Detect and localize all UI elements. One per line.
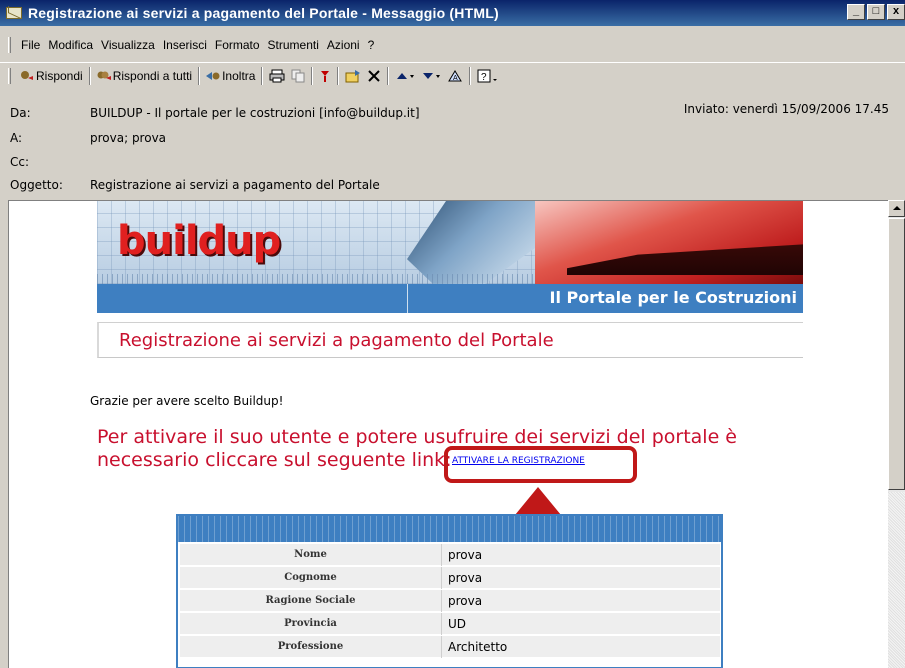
page-title-box: Registrazione ai servizi a pagamento del… — [97, 322, 803, 358]
minimize-button[interactable]: _ — [847, 4, 865, 20]
to-value[interactable]: prova; prova — [90, 131, 166, 145]
title-bar: Registrazione ai servizi a pagamento del… — [0, 0, 905, 26]
portal-tagline: Il Portale per le Costruzioni — [549, 288, 798, 307]
toolbar-separator — [469, 66, 472, 85]
menu-strumenti[interactable]: Strumenti — [264, 38, 323, 52]
toolbar-separator — [88, 66, 91, 85]
address-book-icon: A — [448, 69, 463, 82]
reply-icon — [21, 70, 33, 80]
copy-button[interactable] — [288, 65, 308, 87]
reply-button[interactable]: Rispondi — [17, 65, 86, 87]
table-row: Cognome prova — [180, 567, 720, 589]
menu-grip — [8, 37, 11, 53]
reply-label: Rispondi — [36, 68, 83, 83]
menu-help[interactable]: ? — [364, 38, 379, 52]
copy-icon — [291, 69, 305, 82]
row-key: Nome — [180, 544, 442, 566]
logo-text: buildup — [117, 218, 281, 264]
table-row: Professione Architetto — [180, 636, 720, 658]
row-value: prova — [448, 548, 483, 562]
activation-link[interactable]: ATTIVARE LA REGISTRAZIONE — [452, 456, 585, 466]
page-title: Registrazione ai servizi a pagamento del… — [119, 330, 554, 351]
move-button[interactable] — [342, 65, 364, 87]
window-controls: _ □ x — [847, 4, 905, 20]
table-row: Ragione Sociale prova — [180, 590, 720, 612]
header-banner: buildup — [97, 201, 803, 284]
message-body: buildup Il Portale per le Costruzioni Re… — [8, 200, 905, 668]
toolbar-separator — [261, 66, 264, 85]
address-book-button[interactable]: A — [444, 65, 466, 87]
close-button[interactable]: x — [887, 4, 905, 20]
table-header — [178, 516, 721, 542]
message-header: Da: BUILDUP - Il portale per le costruzi… — [0, 96, 905, 196]
row-value: Architetto — [448, 640, 508, 654]
svg-text:A: A — [453, 75, 458, 82]
toolbar: Rispondi Rispondi a tutti Inoltra A ? — [0, 62, 905, 88]
window-title: Registrazione ai servizi a pagamento del… — [28, 5, 499, 21]
row-key: Provincia — [180, 613, 442, 635]
row-key: Professione — [180, 636, 442, 658]
menu-modifica[interactable]: Modifica — [44, 38, 97, 52]
toolbar-separator — [387, 66, 390, 85]
cc-label: Cc: — [10, 155, 30, 169]
flag-icon — [321, 70, 330, 82]
previous-item-button[interactable] — [392, 65, 418, 87]
subject-label: Oggetto: — [10, 178, 63, 192]
reply-all-label: Rispondi a tutti — [112, 68, 193, 83]
maximize-button[interactable]: □ — [867, 4, 885, 20]
to-label: A: — [10, 131, 23, 145]
menu-formato[interactable]: Formato — [211, 38, 264, 52]
table-row: Provincia UD — [180, 613, 720, 635]
menu-azioni[interactable]: Azioni — [323, 38, 364, 52]
subject-value: Registrazione ai servizi a pagamento del… — [90, 178, 380, 192]
menu-inserisci[interactable]: Inserisci — [159, 38, 211, 52]
row-value: prova — [448, 594, 483, 608]
toolbar-separator — [198, 66, 201, 85]
flag-button[interactable] — [316, 65, 334, 87]
scroll-up-button[interactable] — [888, 200, 905, 217]
delete-button[interactable] — [364, 65, 384, 87]
vertical-scrollbar[interactable] — [888, 200, 905, 668]
forward-button[interactable]: Inoltra — [203, 65, 258, 87]
row-key: Ragione Sociale — [180, 590, 442, 612]
table-row: Nome prova — [180, 544, 720, 566]
menu-file[interactable]: File — [17, 38, 44, 52]
menu-bar: File Modifica Visualizza Inserisci Forma… — [0, 34, 905, 56]
printer-icon — [269, 69, 285, 82]
buildup-logo: buildup — [117, 218, 281, 264]
envelope-icon — [6, 7, 22, 19]
delete-icon — [368, 69, 381, 82]
portal-bar: Il Portale per le Costruzioni — [97, 284, 803, 313]
toolbar-separator — [337, 66, 340, 85]
print-button[interactable] — [266, 65, 288, 87]
help-button[interactable]: ? — [474, 65, 502, 87]
reply-all-button[interactable]: Rispondi a tutti — [94, 65, 195, 87]
sent-date: Inviato: venerdì 15/09/2006 17.45 — [683, 102, 889, 116]
from-value[interactable]: BUILDUP - Il portale per le costruzioni … — [90, 106, 420, 120]
up-arrow-icon — [397, 72, 415, 79]
ruler-strip — [97, 274, 535, 284]
next-item-button[interactable] — [418, 65, 444, 87]
reply-all-icon — [97, 71, 111, 80]
toolbar-separator — [311, 66, 314, 85]
row-value: prova — [448, 571, 483, 585]
scroll-track[interactable] — [888, 492, 905, 668]
from-label: Da: — [10, 106, 31, 120]
row-key: Cognome — [180, 567, 442, 589]
move-folder-icon — [345, 69, 361, 82]
help-icon: ? — [477, 69, 498, 83]
email-content: buildup Il Portale per le Costruzioni Re… — [88, 201, 815, 668]
scroll-thumb[interactable] — [888, 218, 905, 490]
user-data-table: Nome prova Cognome prova Ragione Sociale… — [176, 514, 723, 668]
toolbar-grip — [8, 67, 11, 84]
menu-visualizza[interactable]: Visualizza — [97, 38, 159, 52]
svg-text:?: ? — [481, 72, 487, 83]
portal-bar-divider — [407, 284, 408, 313]
down-arrow-icon — [423, 72, 441, 79]
row-value: UD — [448, 617, 467, 631]
forward-icon — [206, 71, 220, 80]
forward-label: Inoltra — [222, 68, 256, 83]
thanks-text: Grazie per avere scelto Buildup! — [90, 394, 284, 408]
